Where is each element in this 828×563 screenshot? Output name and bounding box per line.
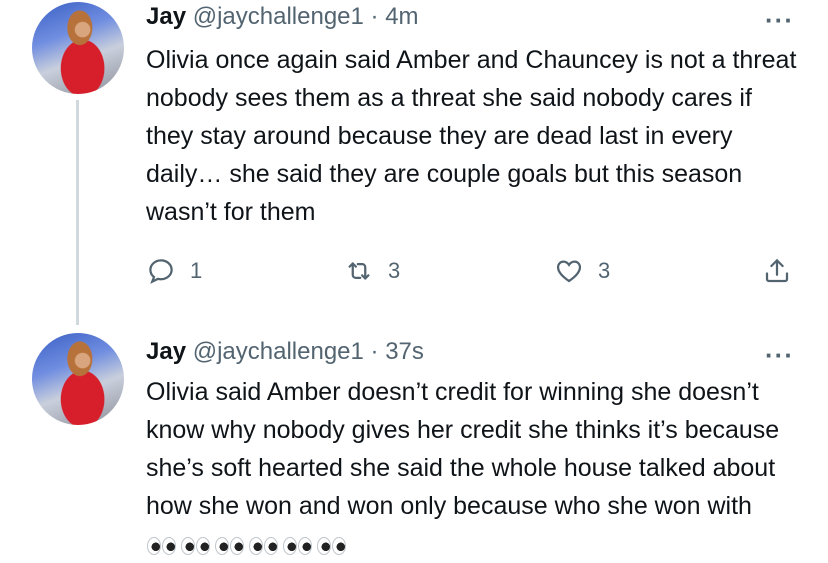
tweet-text: Olivia said Amber doesn’t credit for win… (146, 373, 806, 563)
eyes-icon (180, 536, 210, 556)
avatar[interactable] (32, 333, 124, 425)
like-count: 3 (598, 258, 611, 283)
eyes-icon (248, 536, 278, 556)
timestamp[interactable]: 4m (385, 3, 418, 30)
avatar[interactable] (32, 2, 124, 94)
eyes-icon (282, 536, 312, 556)
display-name[interactable]: Jay (146, 338, 186, 365)
user-handle[interactable]: @jaychallenge1 (193, 338, 364, 365)
tweet-header: Jay @jaychallenge1 · 37s (146, 337, 424, 367)
eyes-icon (316, 536, 346, 556)
tweet-text-content: Olivia said Amber doesn’t credit for win… (146, 378, 780, 520)
tweet-header: Jay @jaychallenge1 · 4m (146, 2, 419, 32)
more-options-icon[interactable]: ··· (765, 7, 794, 33)
thread-line (76, 100, 79, 325)
more-options-icon[interactable]: ··· (765, 342, 794, 368)
tweet-actions: 1 3 3 (146, 256, 796, 290)
retweet-button[interactable]: 3 (344, 256, 400, 286)
heart-icon (556, 260, 582, 283)
share-button[interactable] (762, 256, 806, 286)
retweet-icon (348, 262, 370, 280)
share-icon (765, 259, 789, 283)
separator: · (370, 3, 379, 30)
tweet-text: Olivia once again said Amber and Chaunce… (146, 46, 797, 226)
separator: · (370, 338, 379, 365)
reply-count: 1 (190, 258, 203, 283)
eyes-icon (146, 536, 176, 556)
user-handle[interactable]: @jaychallenge1 (193, 3, 364, 30)
display-name[interactable]: Jay (146, 3, 186, 30)
reply-button[interactable]: 1 (146, 256, 202, 286)
eyes-icon (214, 536, 244, 556)
like-button[interactable]: 3 (554, 256, 610, 286)
retweet-count: 3 (388, 258, 401, 283)
timestamp[interactable]: 37s (385, 338, 424, 365)
eyes-emoji-group (146, 536, 346, 556)
reply-icon (149, 259, 173, 284)
